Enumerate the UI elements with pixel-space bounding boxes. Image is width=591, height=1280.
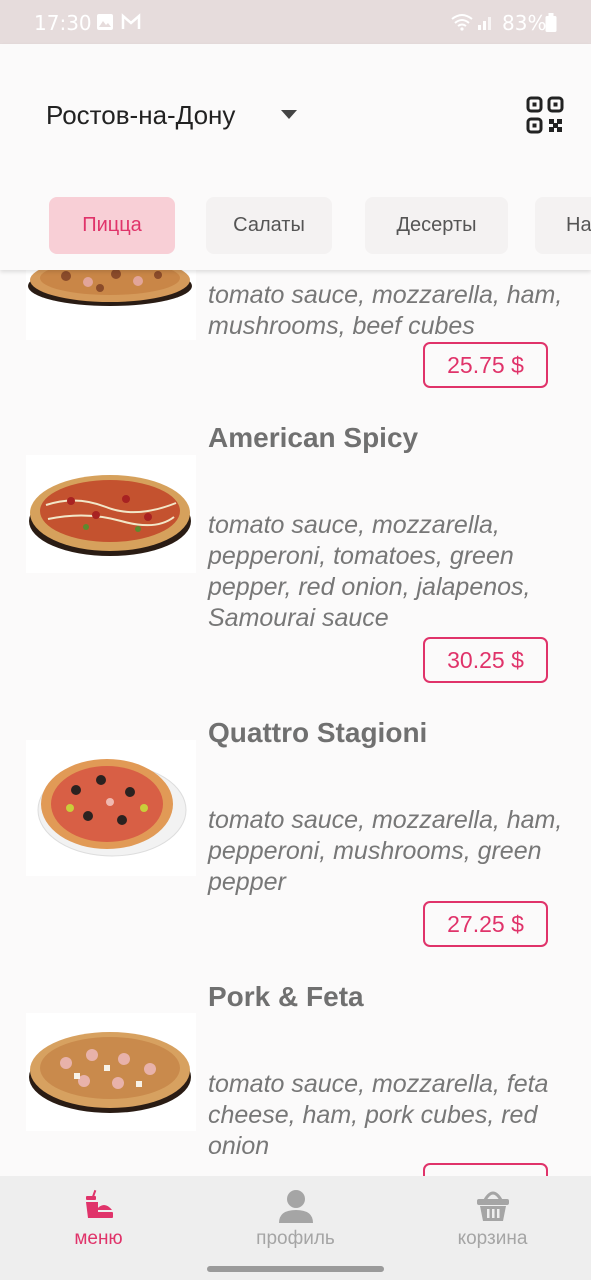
bottom-nav: меню профиль корзина bbox=[0, 1176, 591, 1280]
item-description: tomato sauce, mozzarella, ham, pepperoni… bbox=[208, 806, 563, 896]
image-notification-icon bbox=[97, 14, 113, 30]
dropdown-caret-icon[interactable] bbox=[281, 110, 297, 119]
person-icon bbox=[278, 1190, 313, 1223]
nav-cart[interactable]: корзина bbox=[394, 1176, 591, 1256]
category-tabs: Пицца Салаты Десерты На bbox=[0, 197, 591, 257]
tab-desserts[interactable]: Десерты bbox=[365, 197, 508, 254]
battery-icon bbox=[545, 13, 557, 32]
mail-notification-icon bbox=[121, 13, 141, 29]
price-button[interactable] bbox=[423, 1163, 548, 1176]
item-description: tomato sauce, mozzarella, feta cheese, h… bbox=[208, 1070, 549, 1160]
nav-label: корзина bbox=[457, 1228, 528, 1249]
status-time: 17:30 bbox=[34, 11, 92, 35]
menu-list[interactable]: tomato sauce, mozzarella, ham, mushrooms… bbox=[0, 270, 591, 1176]
pizza-image bbox=[26, 455, 196, 573]
pizza-image bbox=[26, 740, 196, 876]
pizza-image bbox=[26, 270, 196, 340]
tab-pizza[interactable]: Пицца bbox=[49, 197, 175, 254]
pizza-image bbox=[26, 1013, 196, 1131]
item-description: tomato sauce, mozzarella, pepperoni, tom… bbox=[208, 511, 531, 632]
price-button[interactable]: 27.25 $ bbox=[423, 901, 548, 947]
wifi-icon bbox=[451, 14, 473, 31]
tab-salads[interactable]: Салаты bbox=[206, 197, 332, 254]
city-selector[interactable]: Ростов-на-Дону bbox=[46, 100, 235, 131]
status-bar: 17:30 83% bbox=[0, 0, 591, 44]
battery-percent: 83% bbox=[502, 11, 547, 35]
app-header: Ростов-на-Дону Пицца Салаты Десерты На bbox=[0, 44, 591, 270]
home-indicator[interactable] bbox=[207, 1266, 384, 1272]
nav-label: профиль bbox=[256, 1228, 335, 1249]
item-title: American Spicy bbox=[208, 422, 419, 453]
price-button[interactable]: 25.75 $ bbox=[423, 342, 548, 388]
item-description: tomato sauce, mozzarella, ham, mushrooms… bbox=[208, 281, 563, 340]
tab-drinks[interactable]: На bbox=[535, 197, 591, 254]
food-tray-icon bbox=[85, 1189, 113, 1218]
item-title: Pork & Feta bbox=[208, 981, 364, 1012]
basket-icon bbox=[476, 1191, 509, 1221]
item-title: Quattro Stagioni bbox=[208, 717, 428, 748]
signal-icon bbox=[478, 17, 491, 30]
qr-code-icon[interactable] bbox=[526, 96, 564, 134]
nav-label: меню bbox=[74, 1228, 123, 1249]
price-button[interactable]: 30.25 $ bbox=[423, 637, 548, 683]
nav-menu[interactable]: меню bbox=[0, 1176, 197, 1256]
nav-profile[interactable]: профиль bbox=[197, 1176, 394, 1256]
